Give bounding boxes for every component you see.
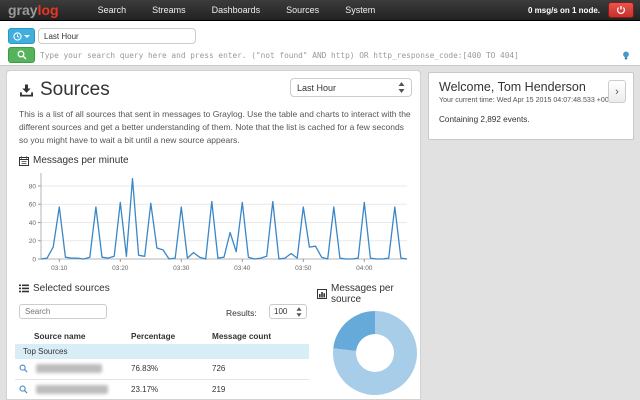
timerange-type-button[interactable]	[8, 28, 35, 44]
page-timerange-select[interactable]: Last Hour	[290, 78, 412, 97]
search-icon	[17, 50, 27, 60]
sources-table: Source name Percentage Message count Top…	[15, 329, 309, 400]
svg-text:04:00: 04:00	[356, 265, 373, 272]
svg-text:03:10: 03:10	[51, 265, 68, 272]
nav-item-system[interactable]: System	[332, 0, 388, 21]
download-icon	[19, 84, 34, 97]
page-description: This is a list of all sources that sent …	[19, 108, 411, 148]
clock-icon	[13, 32, 22, 41]
svg-text:03:40: 03:40	[234, 265, 251, 272]
sidebar-welcome-box: Welcome, Tom Henderson Your current time…	[428, 72, 634, 140]
messages-per-source-header: Messages per source	[317, 283, 420, 305]
selected-sources-title: Selected sources	[33, 283, 110, 294]
top-navbar: graylog Search Streams Dashboards Source…	[0, 0, 640, 21]
table-header-row: Source name Percentage Message count	[15, 329, 309, 344]
logo-gray-text: gray	[8, 2, 38, 18]
timerange-input[interactable]	[38, 28, 196, 44]
messages-per-minute-chart: 0 20 40 60 80 03:10 03:20 03:30 03:40 03:50 04:00	[15, 167, 417, 279]
throughput-status: 0 msg/s on 1 node.	[528, 6, 600, 15]
current-time: Your current time: Wed Apr 15 2015 04:07…	[439, 96, 619, 104]
page-title-text: Sources	[40, 79, 110, 101]
page-title: Sources	[19, 79, 110, 101]
page-timerange-value: Last Hour	[297, 83, 336, 93]
selected-sources-header: Selected sources	[19, 283, 110, 294]
search-help-lightbulb-icon[interactable]	[622, 51, 630, 61]
svg-text:60: 60	[29, 202, 37, 209]
row-percentage: 76.83%	[131, 359, 212, 379]
nav-item-search[interactable]: Search	[85, 0, 140, 21]
results-count-value: 100	[274, 307, 287, 316]
svg-text:03:30: 03:30	[173, 265, 190, 272]
events-count: Containing 2,892 events.	[439, 115, 530, 124]
svg-text:20: 20	[29, 238, 37, 245]
list-icon	[19, 284, 29, 293]
redacted-source-name	[36, 364, 102, 373]
results-count-select[interactable]: 100	[269, 304, 307, 319]
nav-item-dashboards[interactable]: Dashboards	[199, 0, 274, 21]
column-header-percentage: Percentage	[131, 329, 212, 344]
group-row-label: Top Sources	[15, 344, 309, 359]
row-message-count: 219	[212, 379, 309, 399]
graylog-logo[interactable]: graylog	[8, 2, 59, 18]
column-header-message-count: Message count	[212, 329, 309, 344]
power-icon	[616, 5, 626, 15]
welcome-message: Welcome, Tom Henderson	[439, 80, 586, 94]
svg-text:03:50: 03:50	[295, 265, 312, 272]
nav-item-streams[interactable]: Streams	[139, 0, 199, 21]
sources-content-panel: Sources Last Hour This is a list of all …	[6, 70, 421, 400]
row-percentage: 23.17%	[131, 379, 212, 399]
sources-filter-input[interactable]	[19, 304, 107, 319]
search-query-input[interactable]	[40, 47, 610, 63]
table-row: 23.17% 219	[15, 379, 309, 399]
redacted-source-name	[36, 385, 108, 394]
table-group-row: Top Sources	[15, 344, 309, 359]
search-source-icon[interactable]	[19, 364, 28, 373]
search-submit-button[interactable]	[8, 47, 35, 63]
select-caret-icon	[398, 82, 405, 93]
logo-log-text: log	[38, 2, 59, 18]
messages-per-source-donut-chart	[333, 311, 417, 395]
main-menu: Search Streams Dashboards Sources System	[85, 0, 389, 21]
caret-down-icon	[24, 35, 30, 38]
donut-hole	[356, 334, 394, 372]
bar-chart-icon	[317, 289, 327, 299]
table-row: 76.83% 726	[15, 359, 309, 379]
calendar-icon	[19, 156, 29, 166]
svg-text:0: 0	[32, 256, 36, 263]
nav-item-sources[interactable]: Sources	[273, 0, 332, 21]
universal-search-bar	[0, 21, 640, 66]
svg-text:80: 80	[29, 183, 37, 190]
results-label: Results:	[226, 308, 257, 318]
column-header-source-name: Source name	[15, 329, 131, 344]
search-source-icon[interactable]	[19, 385, 28, 394]
svg-text:40: 40	[29, 220, 37, 227]
messages-per-minute-header: Messages per minute	[19, 155, 129, 166]
svg-text:03:20: 03:20	[112, 265, 129, 272]
row-message-count: 726	[212, 359, 309, 379]
shutdown-button[interactable]	[608, 2, 634, 18]
messages-per-source-title: Messages per source	[331, 283, 420, 305]
sidebar-collapse-button[interactable]: ›	[608, 80, 626, 103]
chevron-right-icon: ›	[615, 86, 619, 98]
messages-per-minute-title: Messages per minute	[33, 155, 129, 166]
select-caret-icon	[296, 307, 302, 317]
